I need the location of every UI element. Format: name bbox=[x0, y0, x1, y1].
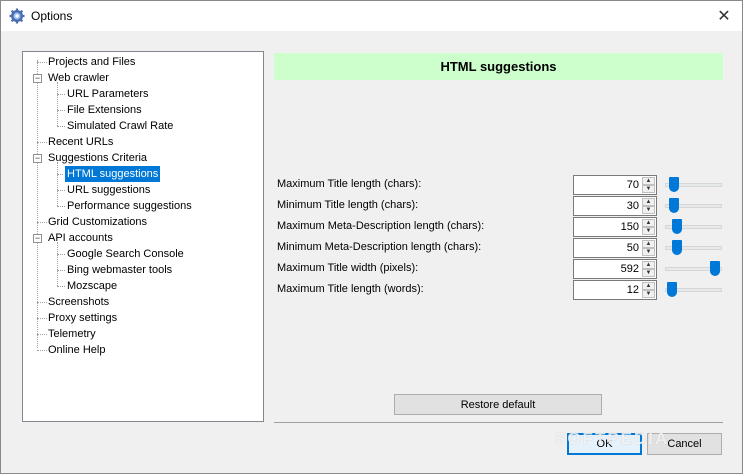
title-bar: Options ✕ bbox=[1, 1, 742, 31]
collapse-icon[interactable]: − bbox=[33, 74, 42, 83]
stepper-down-icon[interactable]: ▼ bbox=[642, 269, 655, 277]
options-dialog: Options ✕ − − − Projects and Files Web c… bbox=[0, 0, 743, 474]
tree-item-file-extensions[interactable]: File Extensions bbox=[65, 102, 144, 118]
tree-connector bbox=[57, 190, 65, 191]
setting-label: Maximum Meta-Description length (chars): bbox=[277, 220, 485, 232]
collapse-icon[interactable]: − bbox=[33, 234, 42, 243]
stepper-value[interactable]: 50 bbox=[627, 242, 639, 254]
tree-item-suggestions-criteria[interactable]: Suggestions Criteria bbox=[46, 150, 149, 166]
stepper-value[interactable]: 12 bbox=[627, 284, 639, 296]
max-title-width-slider-thumb[interactable] bbox=[709, 261, 720, 276]
max-title-chars-stepper[interactable]: 70 ▲ ▼ bbox=[573, 175, 657, 195]
stepper-value[interactable]: 150 bbox=[621, 221, 639, 233]
tree-item-telemetry[interactable]: Telemetry bbox=[46, 326, 98, 342]
max-title-chars-slider-thumb[interactable] bbox=[668, 177, 679, 192]
tree-connector bbox=[57, 82, 58, 126]
max-title-words-stepper[interactable]: 12 ▲ ▼ bbox=[573, 280, 657, 300]
stepper-down-icon[interactable]: ▼ bbox=[642, 227, 655, 235]
close-button[interactable]: ✕ bbox=[706, 1, 742, 31]
footer-separator bbox=[274, 422, 723, 423]
tree-item-url-parameters[interactable]: URL Parameters bbox=[65, 86, 151, 102]
stepper-up-icon[interactable]: ▲ bbox=[642, 282, 655, 290]
tree-connector bbox=[57, 206, 65, 207]
stepper-down-icon[interactable]: ▼ bbox=[642, 290, 655, 298]
tree-connector bbox=[57, 94, 65, 95]
setting-label: Maximum Title width (pixels): bbox=[277, 262, 419, 274]
tree-connector bbox=[57, 242, 58, 286]
restore-default-button[interactable]: Restore default bbox=[394, 394, 602, 415]
tree-item-screenshots[interactable]: Screenshots bbox=[46, 294, 111, 310]
tree-item-projects-and-files[interactable]: Projects and Files bbox=[46, 54, 137, 70]
tree-item-html-suggestions[interactable]: HTML suggestions bbox=[63, 165, 162, 183]
tree-item-recent-urls[interactable]: Recent URLs bbox=[46, 134, 115, 150]
tree-item-online-help[interactable]: Online Help bbox=[46, 342, 107, 358]
tree-connector bbox=[57, 126, 65, 127]
stepper-value[interactable]: 592 bbox=[621, 263, 639, 275]
max-title-width-stepper[interactable]: 592 ▲ ▼ bbox=[573, 259, 657, 279]
min-title-chars-stepper[interactable]: 30 ▲ ▼ bbox=[573, 196, 657, 216]
tree-item-url-suggestions[interactable]: URL suggestions bbox=[65, 182, 152, 198]
close-icon: ✕ bbox=[717, 8, 731, 25]
tree-item-proxy-settings[interactable]: Proxy settings bbox=[46, 310, 119, 326]
setting-label: Minimum Meta-Description length (chars): bbox=[277, 241, 482, 253]
max-meta-description-slider-thumb[interactable] bbox=[672, 219, 683, 234]
stepper-up-icon[interactable]: ▲ bbox=[642, 261, 655, 269]
tree-item-mozscape[interactable]: Mozscape bbox=[65, 278, 119, 294]
min-meta-description-slider-thumb[interactable] bbox=[672, 240, 683, 255]
ok-button[interactable]: OK bbox=[567, 433, 642, 455]
tree-item-web-crawler[interactable]: Web crawler bbox=[46, 70, 111, 86]
min-meta-description-stepper[interactable]: 50 ▲ ▼ bbox=[573, 238, 657, 258]
max-meta-description-stepper[interactable]: 150 ▲ ▼ bbox=[573, 217, 657, 237]
max-title-words-slider-thumb[interactable] bbox=[666, 282, 677, 297]
tree-item-google-search-console[interactable]: Google Search Console bbox=[65, 246, 186, 262]
setting-label: Minimum Title length (chars): bbox=[277, 199, 419, 211]
tree-connector bbox=[57, 270, 65, 271]
tree-connector bbox=[57, 162, 58, 206]
tree-item-performance-suggestions[interactable]: Performance suggestions bbox=[65, 198, 194, 214]
cancel-button[interactable]: Cancel bbox=[647, 433, 722, 455]
gear-icon bbox=[9, 8, 25, 24]
options-tree[interactable]: − − − Projects and Files Web crawler URL… bbox=[22, 51, 264, 422]
tree-connector bbox=[37, 60, 38, 348]
stepper-down-icon[interactable]: ▼ bbox=[642, 248, 655, 256]
setting-label: Maximum Title length (chars): bbox=[277, 178, 422, 190]
tree-connector bbox=[57, 110, 65, 111]
tree-connector bbox=[57, 286, 65, 287]
setting-label: Maximum Title length (words): bbox=[277, 283, 424, 295]
stepper-up-icon[interactable]: ▲ bbox=[642, 219, 655, 227]
stepper-up-icon[interactable]: ▲ bbox=[642, 240, 655, 248]
tree-item-bing-webmaster-tools[interactable]: Bing webmaster tools bbox=[65, 262, 174, 278]
stepper-up-icon[interactable]: ▲ bbox=[642, 177, 655, 185]
collapse-icon[interactable]: − bbox=[33, 154, 42, 163]
min-title-chars-slider-thumb[interactable] bbox=[668, 198, 679, 213]
tree-item-grid-customizations[interactable]: Grid Customizations bbox=[46, 214, 149, 230]
stepper-value[interactable]: 70 bbox=[627, 179, 639, 191]
tree-connector bbox=[57, 254, 65, 255]
tree-item-simulated-crawl-rate[interactable]: Simulated Crawl Rate bbox=[65, 118, 175, 134]
stepper-value[interactable]: 30 bbox=[627, 200, 639, 212]
stepper-down-icon[interactable]: ▼ bbox=[642, 206, 655, 214]
tree-connector bbox=[57, 174, 65, 175]
panel-header: HTML suggestions bbox=[274, 53, 723, 80]
stepper-up-icon[interactable]: ▲ bbox=[642, 198, 655, 206]
tree-item-api-accounts[interactable]: API accounts bbox=[46, 230, 115, 246]
window-title: Options bbox=[31, 9, 73, 23]
stepper-down-icon[interactable]: ▼ bbox=[642, 185, 655, 193]
